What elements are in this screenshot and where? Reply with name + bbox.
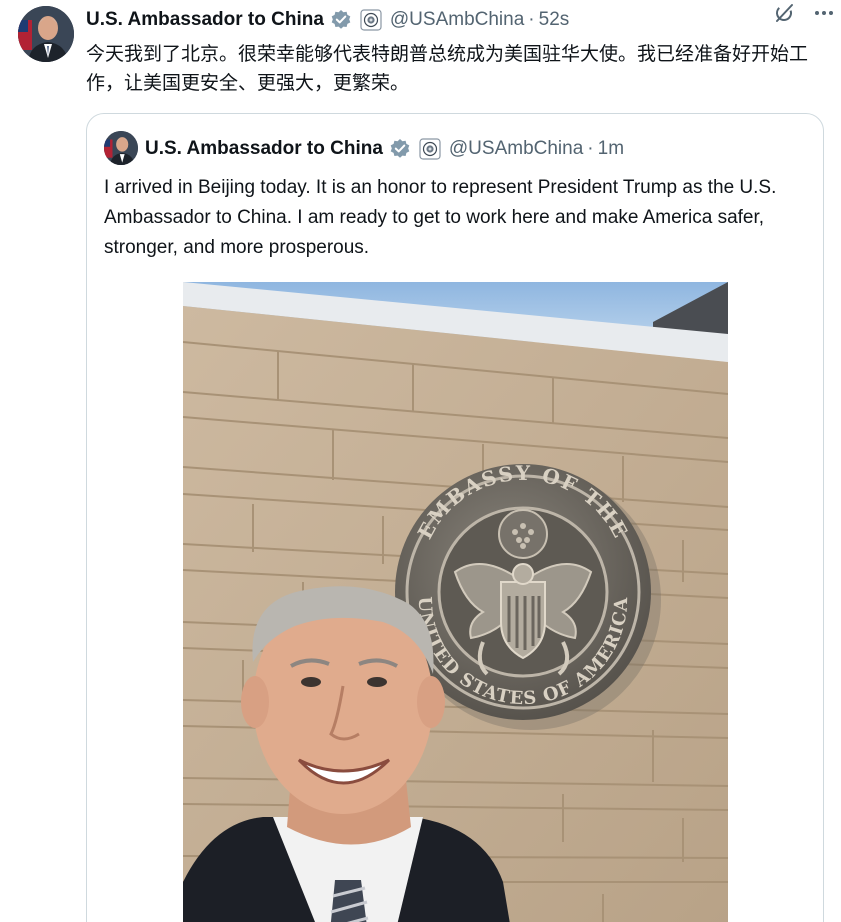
separator-dot: · — [528, 9, 535, 30]
grok-icon[interactable] — [771, 0, 797, 26]
tweet-timestamp[interactable]: 52s — [539, 9, 570, 31]
tweet-page: U.S. Ambassador to China @USAmbChina · 5… — [0, 0, 841, 922]
government-seal-icon[interactable] — [419, 138, 441, 160]
verified-badge-icon[interactable] — [330, 9, 352, 31]
quoted-author-avatar[interactable] — [104, 131, 138, 165]
tweet-actions — [757, 0, 837, 26]
author-handle[interactable]: @USAmbChina — [390, 9, 524, 31]
quoted-tweet-timestamp[interactable]: 1m — [598, 138, 624, 160]
quoted-author-handle[interactable]: @USAmbChina — [449, 138, 583, 160]
author-avatar[interactable] — [18, 6, 74, 62]
verified-badge-icon[interactable] — [389, 138, 411, 160]
government-seal-icon[interactable] — [360, 9, 382, 31]
tweet-text: 今天我到了北京。很荣幸能够代表特朗普总统成为美国驻华大使。我已经准备好开始工作，… — [86, 44, 809, 94]
quoted-tweet-header: U.S. Ambassador to China @USAmbChina · 1… — [145, 134, 624, 164]
quoted-tweet-text: I arrived in Beijing today. It is an hon… — [104, 177, 777, 258]
more-options-icon[interactable] — [811, 0, 837, 26]
author-name[interactable]: U.S. Ambassador to China — [86, 9, 324, 31]
tweet-header: U.S. Ambassador to China @USAmbChina · 5… — [86, 6, 831, 34]
quoted-tweet[interactable]: U.S. Ambassador to China @USAmbChina · 1… — [86, 113, 824, 922]
quoted-author-name[interactable]: U.S. Ambassador to China — [145, 138, 383, 160]
separator-dot: · — [587, 138, 594, 159]
tweet-photo[interactable]: EMBASSY OF THE UNITED STATES OF AMERICA — [183, 282, 728, 922]
